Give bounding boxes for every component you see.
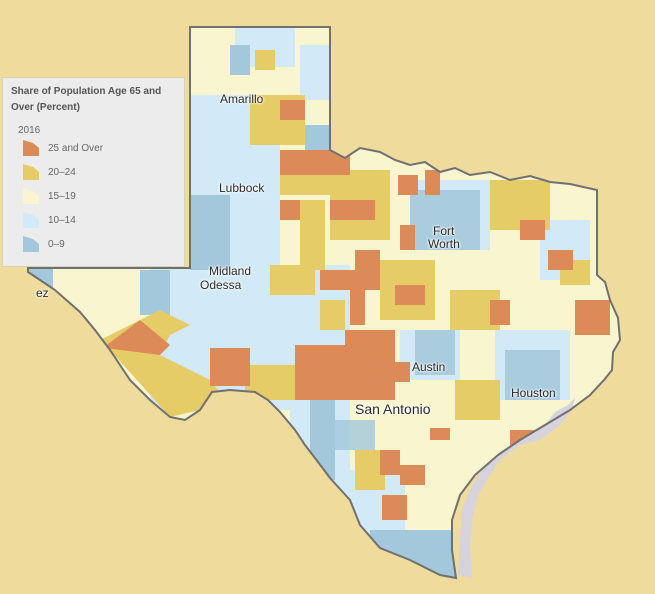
map-legend: Share of Population Age 65 and Over (Per… xyxy=(2,77,185,267)
region-20-24[interactable] xyxy=(455,380,500,420)
legend-item-25-over: 25 and Over xyxy=(23,136,176,160)
region-0-9[interactable] xyxy=(230,45,250,75)
region-25-over[interactable] xyxy=(395,362,410,382)
region-0-9[interactable] xyxy=(190,195,230,270)
swatch-20-24-icon xyxy=(23,164,39,180)
region-25-over[interactable] xyxy=(382,495,407,520)
swatch-10-14-icon xyxy=(23,212,39,228)
region-25-over[interactable] xyxy=(280,150,350,175)
region-25-over[interactable] xyxy=(430,428,450,440)
legend-title: Share of Population Age 65 and Over (Per… xyxy=(11,86,162,113)
region-20-24[interactable] xyxy=(270,265,315,295)
region-25-over[interactable] xyxy=(575,300,610,335)
legend-label: 20–24 xyxy=(48,166,76,178)
region-25-over[interactable] xyxy=(345,330,395,400)
region-25-over[interactable] xyxy=(400,225,415,250)
region-25-over[interactable] xyxy=(280,100,305,120)
region-20-24[interactable] xyxy=(300,200,325,270)
city-label-lubbock: Lubbock xyxy=(219,181,265,195)
region-25-over[interactable] xyxy=(380,450,400,475)
legend-item-0-9: 0–9 xyxy=(23,232,176,256)
region-20-24[interactable] xyxy=(320,300,345,330)
legend-label: 10–14 xyxy=(48,214,76,226)
legend-label: 0–9 xyxy=(48,238,65,250)
region-25-over[interactable] xyxy=(425,170,440,195)
region-25-over[interactable] xyxy=(350,290,365,325)
region-25-over[interactable] xyxy=(295,345,350,400)
city-label-san-antonio: San Antonio xyxy=(355,401,431,417)
city-label-midland: Midland xyxy=(209,264,252,278)
region-20-24[interactable] xyxy=(245,365,295,400)
region-25-over[interactable] xyxy=(520,220,545,240)
region-25-over[interactable] xyxy=(395,285,425,305)
legend-label: 25 and Over xyxy=(48,142,104,154)
city-label-juarez-partial: ez xyxy=(36,286,49,300)
region-25-over[interactable] xyxy=(210,348,250,386)
region-0-9[interactable] xyxy=(140,270,170,315)
legend-year: 2016 xyxy=(18,125,41,136)
legend-item-20-24: 20–24 xyxy=(23,160,176,184)
region-0-9[interactable] xyxy=(335,420,375,450)
legend-item-10-14: 10–14 xyxy=(23,208,176,232)
swatch-25-over-icon xyxy=(23,140,39,156)
city-label-odessa: Odessa xyxy=(200,278,242,292)
legend-item-15-19: 15–19 xyxy=(23,184,176,208)
city-label-worth: Worth xyxy=(428,237,460,251)
city-label-amarillo: Amarillo xyxy=(220,92,264,106)
region-0-9[interactable] xyxy=(305,125,330,150)
region-25-over[interactable] xyxy=(490,300,510,325)
region-0-9[interactable] xyxy=(370,530,460,590)
region-25-over[interactable] xyxy=(355,250,380,275)
region-25-over[interactable] xyxy=(280,200,300,220)
legend-label: 15–19 xyxy=(48,190,76,202)
region-25-over[interactable] xyxy=(398,175,418,195)
city-label-houston: Houston xyxy=(511,386,556,400)
swatch-15-19-icon xyxy=(23,188,39,204)
region-25-over[interactable] xyxy=(400,465,425,485)
region-20-24[interactable] xyxy=(255,50,275,70)
region-25-over[interactable] xyxy=(350,200,375,220)
region-25-over[interactable] xyxy=(548,250,573,270)
city-label-austin: Austin xyxy=(412,360,446,374)
region-10-14[interactable] xyxy=(300,45,330,100)
swatch-0-9-icon xyxy=(23,236,39,252)
